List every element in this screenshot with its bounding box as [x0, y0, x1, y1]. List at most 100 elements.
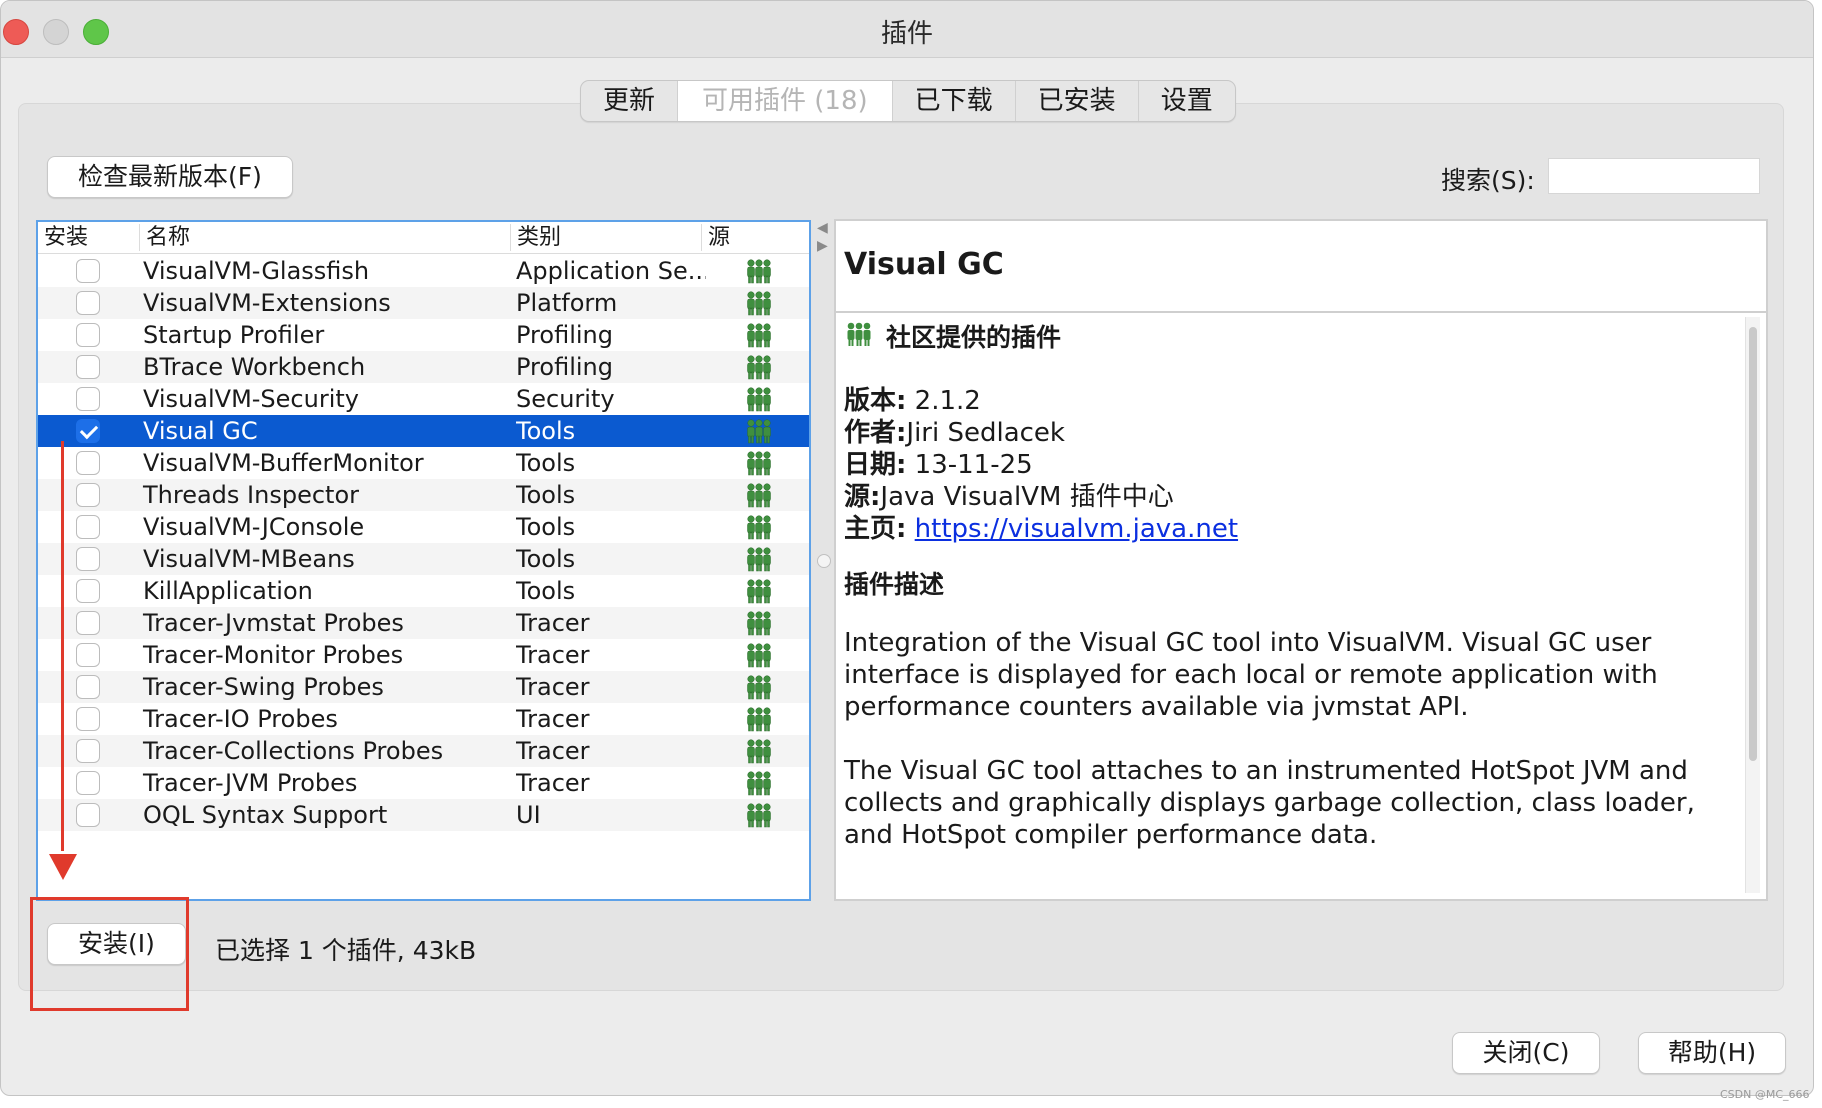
install-checkbox[interactable]	[76, 771, 100, 795]
table-row[interactable]: KillApplication Tools	[38, 575, 809, 607]
tab-3[interactable]: 已安装	[1016, 81, 1139, 121]
window-title: 插件	[880, 19, 933, 49]
close-button[interactable]: 关闭(C)	[1452, 1032, 1600, 1074]
annotation-highlight-box	[30, 897, 189, 1011]
split-pane-arrows[interactable]: ◀ ▶	[817, 219, 828, 255]
version-row: 版本: 2.1.2	[844, 385, 1238, 417]
install-checkbox[interactable]	[76, 515, 100, 539]
community-source-icon	[744, 418, 774, 448]
table-row[interactable]: VisualVM-Extensions Platform	[38, 287, 809, 319]
plugin-category-cell: Tracer	[516, 737, 590, 765]
table-row[interactable]: VisualVM-Security Security	[38, 383, 809, 415]
plugin-metadata: 版本: 2.1.2 作者:Jiri Sedlacek 日期: 13-11-25 …	[844, 385, 1238, 545]
column-header-source[interactable]: 源	[701, 224, 808, 251]
plugin-name-cell: VisualVM-JConsole	[143, 513, 365, 541]
table-row[interactable]: Tracer-Jvmstat Probes Tracer	[38, 607, 809, 639]
plugin-name-cell: VisualVM-Security	[143, 385, 359, 413]
source-label: 源:	[844, 482, 881, 512]
plugin-category-cell: Tracer	[516, 641, 590, 669]
community-source-icon	[744, 706, 774, 736]
table-row[interactable]: BTrace Workbench Profiling	[38, 351, 809, 383]
table-row[interactable]: VisualVM-BufferMonitor Tools	[38, 447, 809, 479]
tab-1[interactable]: 可用插件 (18)	[678, 81, 893, 121]
annotation-arrow-head	[49, 854, 77, 880]
community-source-icon	[744, 482, 774, 512]
source-value: Java VisualVM 插件中心	[880, 482, 1174, 512]
source-row: 源:Java VisualVM 插件中心	[844, 481, 1238, 513]
install-checkbox[interactable]	[76, 739, 100, 763]
install-checkbox[interactable]	[76, 387, 100, 411]
plugin-name-cell: VisualVM-Glassfish	[143, 257, 370, 285]
table-row[interactable]: Tracer-Monitor Probes Tracer	[38, 639, 809, 671]
search-input[interactable]	[1548, 158, 1760, 194]
plugin-name-cell: Startup Profiler	[143, 321, 325, 349]
install-checkbox[interactable]	[76, 579, 100, 603]
date-label: 日期:	[844, 450, 907, 480]
install-checkbox[interactable]	[76, 707, 100, 731]
table-row[interactable]: OQL Syntax Support UI	[38, 799, 809, 831]
column-header-install[interactable]: 安装	[38, 224, 144, 251]
selection-status: 已选择 1 个插件, 43kB	[215, 936, 477, 965]
plugin-category-cell: Tracer	[516, 609, 590, 637]
plugin-name-cell: Tracer-Swing Probes	[143, 673, 384, 701]
column-header-name[interactable]: 名称	[139, 224, 516, 251]
install-checkbox[interactable]	[76, 547, 100, 571]
community-plugin-label: 社区提供的插件	[886, 323, 1062, 352]
table-row[interactable]: Tracer-Collections Probes Tracer	[38, 735, 809, 767]
community-source-icon	[744, 354, 774, 384]
install-checkbox[interactable]	[76, 291, 100, 315]
plugin-name-cell: Tracer-Monitor Probes	[143, 641, 404, 669]
table-row[interactable]: Tracer-IO Probes Tracer	[38, 703, 809, 735]
table-row[interactable]: Startup Profiler Profiling	[38, 319, 809, 351]
community-source-icon	[744, 642, 774, 672]
table-row[interactable]: VisualVM-JConsole Tools	[38, 511, 809, 543]
homepage-row: 主页: https://visualvm.java.net	[844, 513, 1238, 545]
table-row[interactable]: Threads Inspector Tools	[38, 479, 809, 511]
check-updates-button[interactable]: 检查最新版本(F)	[47, 156, 293, 198]
tab-0[interactable]: 更新	[581, 81, 679, 121]
install-checkbox[interactable]	[76, 323, 100, 347]
community-source-icon	[744, 674, 774, 704]
install-checkbox[interactable]	[76, 483, 100, 507]
plugin-category-cell: Tools	[516, 545, 576, 573]
install-checkbox[interactable]	[76, 259, 100, 283]
description-paragraph-1: Integration of the Visual GC tool into V…	[844, 628, 1658, 722]
author-row: 作者:Jiri Sedlacek	[844, 417, 1238, 449]
help-button[interactable]: 帮助(H)	[1638, 1032, 1786, 1074]
plugin-category-cell: Platform	[516, 289, 618, 317]
split-pane-divider-handle[interactable]	[817, 554, 831, 568]
homepage-link[interactable]: https://visualvm.java.net	[915, 514, 1238, 544]
plugin-category-cell: Profiling	[516, 321, 613, 349]
community-source-icon	[744, 322, 774, 352]
column-header-category[interactable]: 类别	[510, 224, 707, 251]
community-source-icon	[744, 738, 774, 768]
install-checkbox[interactable]	[76, 643, 100, 667]
detail-divider	[836, 311, 1766, 313]
plugin-name-cell: OQL Syntax Support	[143, 801, 388, 829]
community-source-icon	[744, 610, 774, 640]
table-row[interactable]: VisualVM-MBeans Tools	[38, 543, 809, 575]
install-checkbox[interactable]	[76, 355, 100, 379]
table-row[interactable]: VisualVM-Glassfish Application Se...	[38, 255, 809, 287]
table-body: VisualVM-Glassfish Application Se... Visua…	[38, 255, 809, 831]
detail-scrollbar[interactable]	[1745, 317, 1760, 893]
table-row[interactable]: Tracer-JVM Probes Tracer	[38, 767, 809, 799]
install-checkbox[interactable]	[76, 451, 100, 475]
install-checkbox[interactable]	[76, 611, 100, 635]
plugin-category-cell: Tracer	[516, 673, 590, 701]
plugin-name-cell: VisualVM-BufferMonitor	[143, 449, 424, 477]
plugin-category-cell: Tools	[516, 513, 576, 541]
plugin-name-cell: Visual GC	[143, 417, 258, 445]
version-value: 2.1.2	[914, 386, 981, 416]
date-value: 13-11-25	[914, 450, 1033, 480]
install-checkbox[interactable]	[76, 419, 100, 443]
tab-2[interactable]: 已下载	[893, 81, 1016, 121]
table-row[interactable]: Tracer-Swing Probes Tracer	[38, 671, 809, 703]
plugin-category-cell: Tools	[516, 417, 576, 445]
detail-scrollbar-thumb[interactable]	[1749, 327, 1757, 761]
table-row[interactable]: Visual GC Tools	[38, 415, 809, 447]
install-checkbox[interactable]	[76, 675, 100, 699]
tab-4[interactable]: 设置	[1139, 81, 1235, 121]
install-checkbox[interactable]	[76, 803, 100, 827]
author-label: 作者:	[844, 418, 907, 448]
